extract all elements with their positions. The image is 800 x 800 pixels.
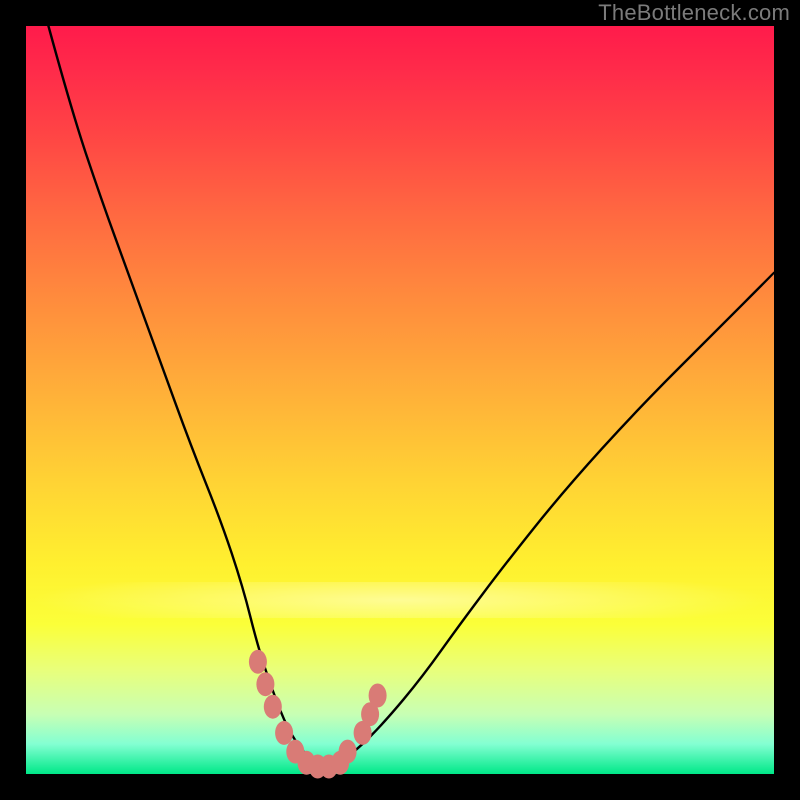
- chart-marker: [249, 650, 267, 674]
- chart-marker: [369, 684, 387, 708]
- chart-markers: [249, 650, 387, 779]
- chart-curve: [48, 26, 774, 767]
- chart-marker: [339, 740, 357, 764]
- chart-marker: [264, 695, 282, 719]
- bottleneck-curve-path: [48, 26, 774, 767]
- chart-marker: [256, 672, 274, 696]
- watermark-text: TheBottleneck.com: [598, 0, 790, 26]
- chart-marker: [275, 721, 293, 745]
- chart-frame: TheBottleneck.com: [0, 0, 800, 800]
- chart-svg: [26, 26, 774, 774]
